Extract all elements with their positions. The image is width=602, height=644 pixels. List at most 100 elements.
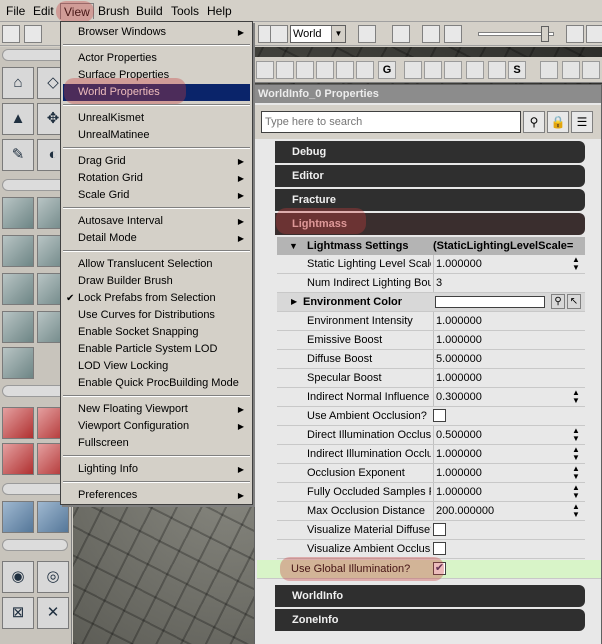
use-ambient-occlusion-checkbox[interactable] xyxy=(433,409,446,422)
actor-icon[interactable] xyxy=(466,61,484,79)
layers-icon[interactable] xyxy=(586,25,602,43)
cube-icon[interactable] xyxy=(336,61,354,79)
spinner-icon[interactable]: ▲ ▼ xyxy=(571,427,581,443)
property-value[interactable]: 1.000000 xyxy=(433,445,569,463)
menu-item-lod-view-locking[interactable]: LOD View Locking xyxy=(63,358,250,375)
csg-intersect-icon[interactable] xyxy=(2,443,34,475)
search-icon[interactable]: ⚲ xyxy=(551,294,565,309)
property-value[interactable]: 0.300000 xyxy=(433,388,569,406)
cube-icon[interactable] xyxy=(566,25,584,43)
menu-item-allow-translucent-selection[interactable]: Allow Translucent Selection xyxy=(63,256,250,273)
linear-stairs-icon[interactable] xyxy=(2,273,34,305)
volume-brush-icon[interactable] xyxy=(2,347,34,379)
category-zoneinfo[interactable]: ZoneInfo xyxy=(275,609,585,631)
csg-add-icon[interactable] xyxy=(2,407,34,439)
menu-help[interactable]: Help xyxy=(204,3,235,19)
property-value[interactable]: 0.500000 xyxy=(433,426,569,444)
menu-item-draw-builder-brush[interactable]: Draw Builder Brush xyxy=(63,273,250,290)
property-value[interactable]: 5.000000 xyxy=(433,350,569,368)
property-value[interactable]: 1.000000 xyxy=(433,464,569,482)
menu-item-fullscreen[interactable]: Fullscreen xyxy=(63,435,250,452)
menu-build[interactable]: Build xyxy=(133,3,166,19)
g-toggle-icon[interactable]: G xyxy=(378,61,396,79)
show-all-icon[interactable]: ✕ xyxy=(37,597,69,629)
menu-item-scale-grid[interactable]: Scale Grid ▶ xyxy=(63,187,250,204)
cursor-icon[interactable]: ↖ xyxy=(567,294,581,309)
property-value[interactable]: 1.000000 xyxy=(433,369,569,387)
lightmass-settings-header[interactable]: ▼ Lightmass Settings (StaticLightingLeve… xyxy=(277,237,585,255)
spinner-icon[interactable]: ▲ ▼ xyxy=(571,256,581,272)
maximize-icon[interactable] xyxy=(540,61,558,79)
property-value[interactable]: 1.000000 xyxy=(433,312,569,330)
property-value[interactable]: 3 xyxy=(433,274,569,292)
search-icon[interactable]: ⚲ xyxy=(523,111,545,133)
camera-mode-icon[interactable]: ⌂ xyxy=(2,67,34,99)
key-icon[interactable] xyxy=(422,25,440,43)
menu-edit[interactable]: Edit xyxy=(30,3,57,19)
options-icon[interactable]: ☰ xyxy=(571,111,593,133)
chevron-right-icon[interactable]: ▶ xyxy=(291,293,297,311)
speed-slider-thumb[interactable] xyxy=(541,26,549,42)
menu-item-use-curves[interactable]: Use Curves for Distributions xyxy=(63,307,250,324)
select-all-icon[interactable] xyxy=(2,501,34,533)
property-value[interactable]: 1.000000 xyxy=(433,483,569,501)
menu-tools[interactable]: Tools xyxy=(168,3,202,19)
kismet-icon[interactable] xyxy=(392,25,410,43)
visualize-material-diffuse-checkbox[interactable] xyxy=(433,523,446,536)
cube-icon[interactable] xyxy=(356,61,374,79)
menu-item-drag-grid[interactable]: Drag Grid ▶ xyxy=(63,153,250,170)
properties-search-input[interactable] xyxy=(261,111,521,133)
build-icon[interactable] xyxy=(270,25,288,43)
spinner-icon[interactable]: ▲ ▼ xyxy=(571,465,581,481)
cube-icon[interactable] xyxy=(276,61,294,79)
chevron-down-icon[interactable]: ▼ xyxy=(289,237,298,255)
property-value[interactable]: 1.000000 xyxy=(433,255,569,273)
property-value[interactable]: 200.000000 xyxy=(433,502,569,520)
terrain-mode-icon[interactable]: ▲ xyxy=(2,103,34,135)
actor-red-icon[interactable] xyxy=(488,61,506,79)
menu-item-actor-properties[interactable]: Actor Properties xyxy=(63,50,250,67)
category-worldinfo[interactable]: WorldInfo xyxy=(275,585,585,607)
category-debug[interactable]: Debug xyxy=(275,141,585,163)
window-icon[interactable] xyxy=(562,61,580,79)
open-icon[interactable] xyxy=(24,25,42,43)
menu-item-lock-prefabs[interactable]: ✔ Lock Prefabs from Selection xyxy=(63,290,250,307)
lock-icon[interactable] xyxy=(404,61,422,79)
coordinate-system-select[interactable]: World ▼ xyxy=(290,25,346,43)
spinner-icon[interactable]: ▲ ▼ xyxy=(571,446,581,462)
clapper-icon[interactable] xyxy=(444,25,462,43)
menu-item-detail-mode[interactable]: Detail Mode ▶ xyxy=(63,230,250,247)
menu-file[interactable]: File xyxy=(3,3,28,19)
menu-item-quick-procbuilding[interactable]: Enable Quick ProcBuilding Mode xyxy=(63,375,250,392)
spinner-icon[interactable]: ▲ ▼ xyxy=(571,484,581,500)
menu-item-unrealkismet[interactable]: UnrealKismet xyxy=(63,110,250,127)
menu-brush[interactable]: Brush xyxy=(95,3,132,19)
menu-item-autosave-interval[interactable]: Autosave Interval ▶ xyxy=(63,213,250,230)
s-toggle-icon[interactable]: S xyxy=(508,61,526,79)
category-editor[interactable]: Editor xyxy=(275,165,585,187)
spinner-icon[interactable]: ▲ ▼ xyxy=(571,503,581,519)
menu-item-unrealmatinee[interactable]: UnrealMatinee xyxy=(63,127,250,144)
category-lightmass[interactable]: Lightmass xyxy=(275,213,585,235)
menu-item-lighting-info[interactable]: Lighting Info ▶ xyxy=(63,461,250,478)
use-global-illumination-checkbox[interactable]: ✔ xyxy=(433,562,446,575)
paint-mode-icon[interactable]: ✎ xyxy=(2,139,34,171)
new-icon[interactable] xyxy=(2,25,20,43)
cube-brush-icon[interactable] xyxy=(2,197,34,229)
menu-item-preferences[interactable]: Preferences ▶ xyxy=(63,487,250,504)
menu-item-viewport-configuration[interactable]: Viewport Configuration ▶ xyxy=(63,418,250,435)
binoculars-icon[interactable] xyxy=(358,25,376,43)
hide-unselected-icon[interactable]: ⊠ xyxy=(2,597,34,629)
volume-icon[interactable] xyxy=(37,501,69,533)
stairs-brush-icon[interactable] xyxy=(2,235,34,267)
cube-icon[interactable] xyxy=(316,61,334,79)
cube-icon[interactable] xyxy=(256,61,274,79)
menu-item-new-floating-viewport[interactable]: New Floating Viewport ▶ xyxy=(63,401,250,418)
spiral-stairs-icon[interactable] xyxy=(2,311,34,343)
show-selected-icon[interactable]: ◉ xyxy=(2,561,34,593)
menu-item-socket-snapping[interactable]: Enable Socket Snapping xyxy=(63,324,250,341)
category-fracture[interactable]: Fracture xyxy=(275,189,585,211)
chevron-down-icon[interactable]: ▼ xyxy=(331,26,345,42)
kismet-icon[interactable] xyxy=(444,61,462,79)
cube-icon[interactable] xyxy=(296,61,314,79)
